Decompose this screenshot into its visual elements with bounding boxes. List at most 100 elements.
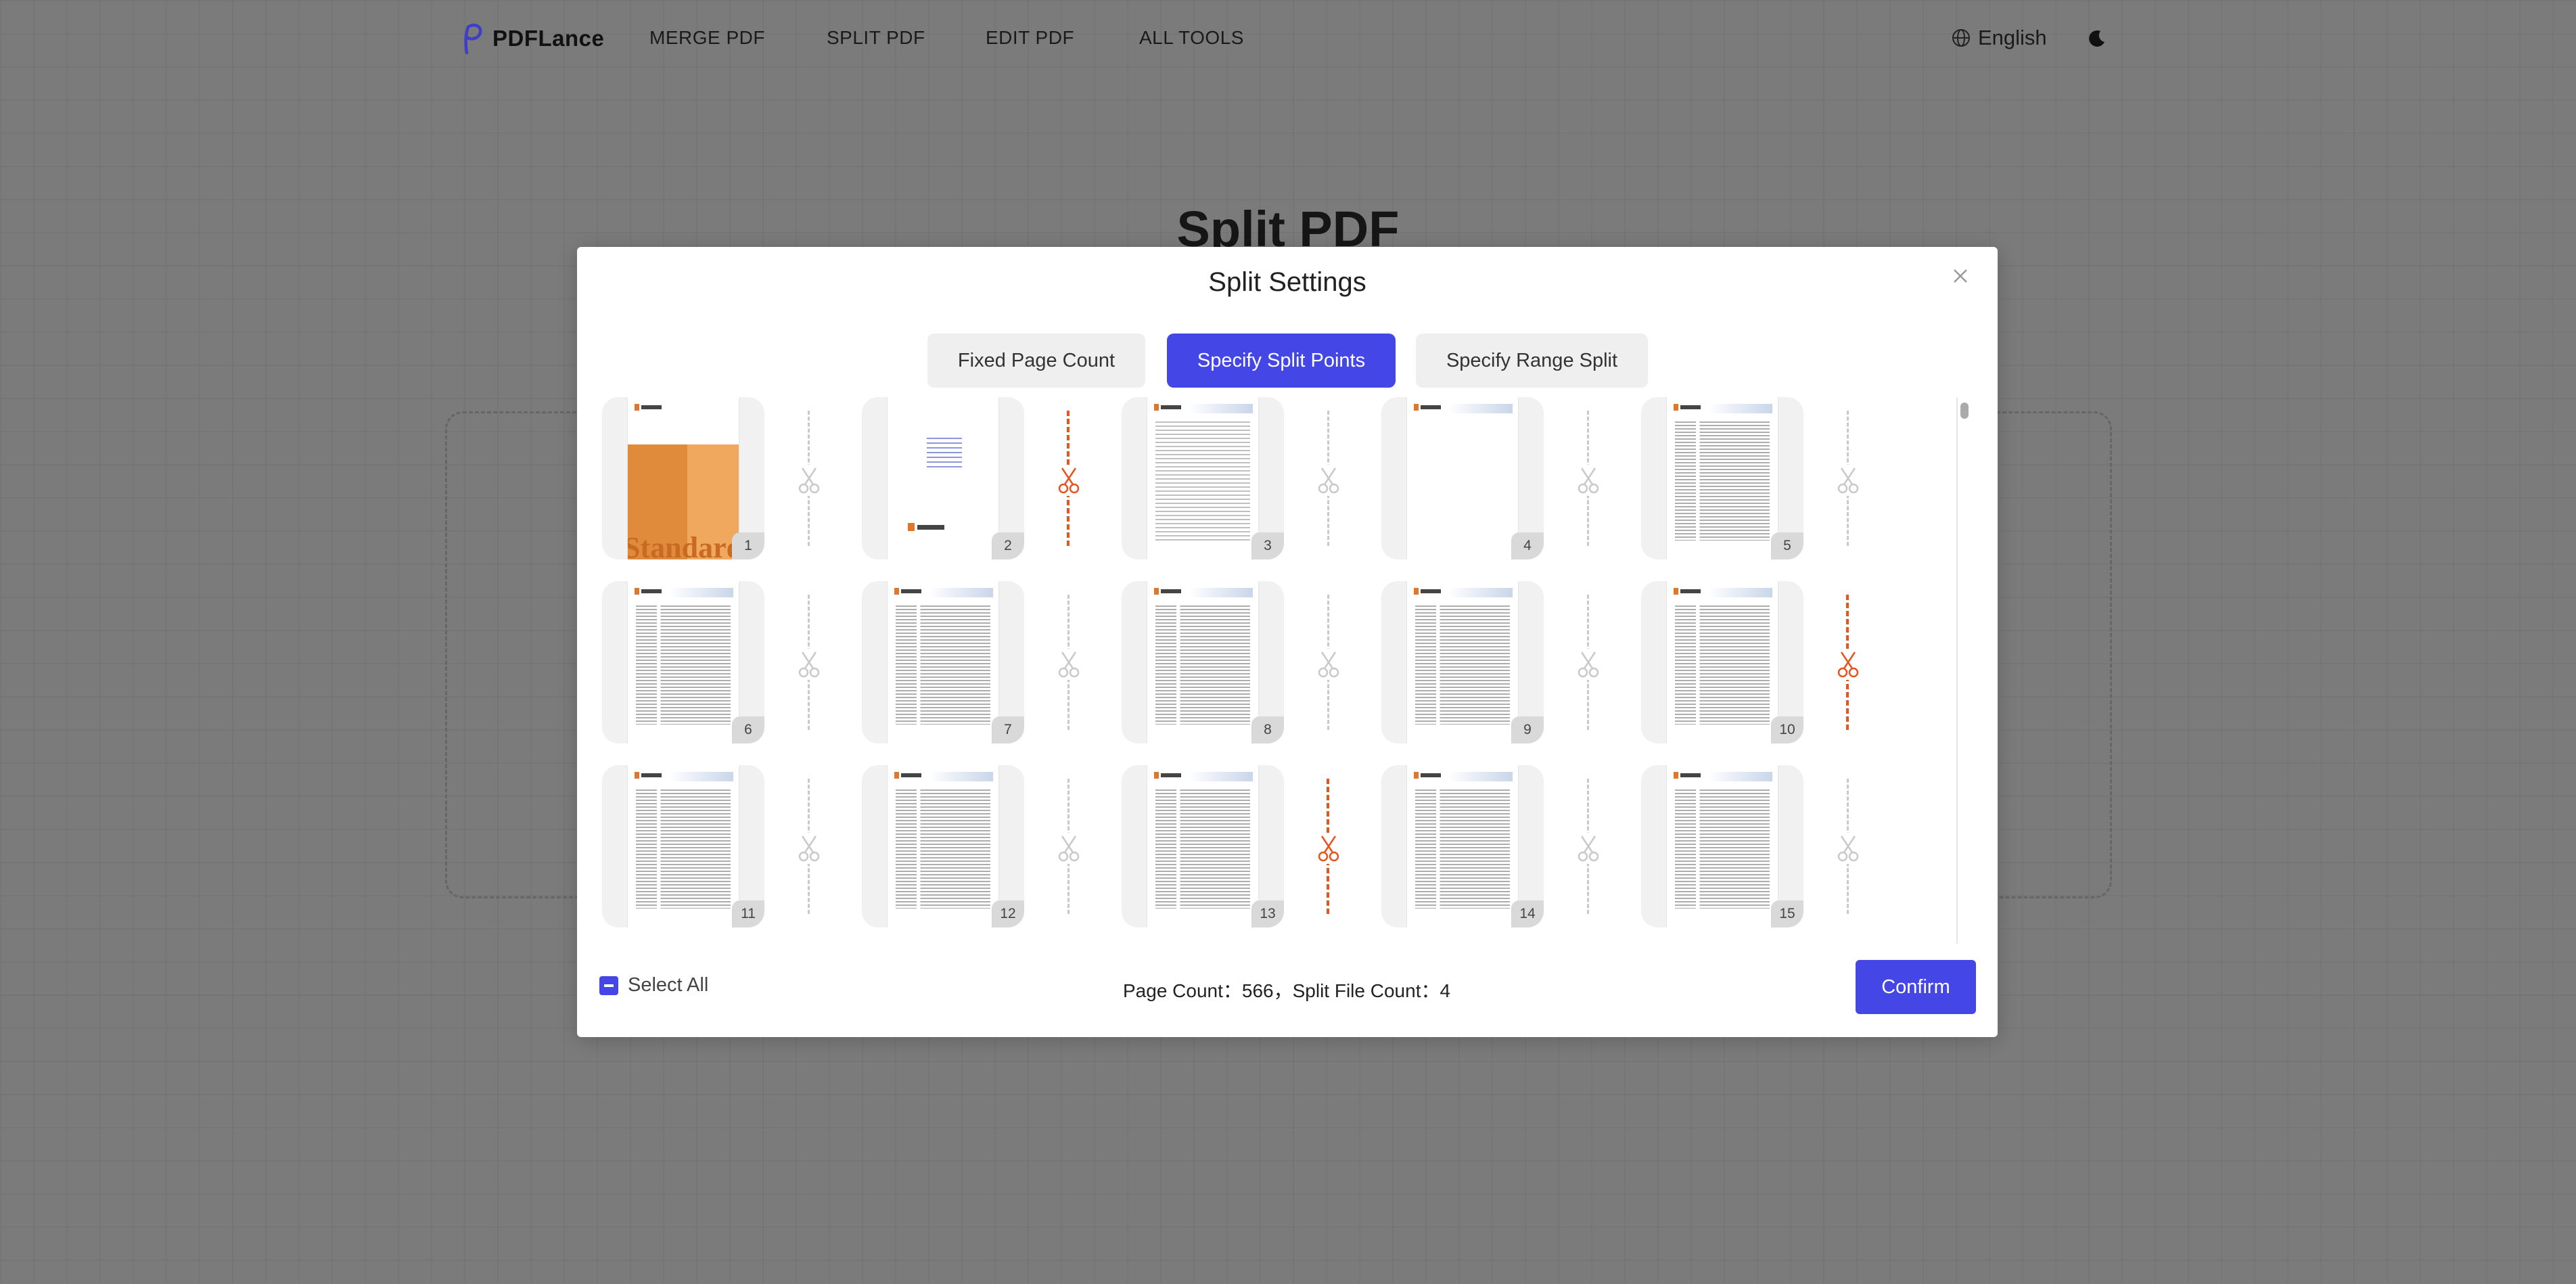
page-number-badge: 1 — [732, 532, 764, 559]
page-text-lines — [1155, 421, 1250, 541]
modal-title: Split Settings — [1208, 267, 1366, 297]
page-logo — [894, 772, 921, 779]
scissors-icon — [1318, 835, 1339, 862]
split-point-toggle[interactable] — [796, 765, 823, 927]
scissors-icon — [1578, 835, 1599, 862]
page-thumbnail[interactable]: 6 — [602, 581, 764, 743]
scissors-icon — [1318, 651, 1339, 678]
language-selector[interactable]: English — [1951, 26, 2047, 50]
page-and-split-count: Page Count：566，Split File Count：4 — [1123, 980, 1451, 1001]
split-point-toggle[interactable] — [1055, 765, 1082, 927]
split-point-toggle[interactable] — [796, 581, 823, 743]
page-thumbnail[interactable]: 14 — [1381, 765, 1544, 927]
page-text-block — [927, 438, 962, 469]
scissors-icon — [798, 651, 820, 678]
tab-specify-range-split[interactable]: Specify Range Split — [1416, 334, 1648, 388]
scissors-wrap — [796, 833, 823, 864]
page-logo — [1414, 588, 1441, 595]
nav-split-pdf[interactable]: SPLIT PDF — [827, 27, 925, 49]
scrollbar[interactable] — [1956, 397, 1970, 944]
select-all-checkbox[interactable] — [599, 976, 618, 995]
split-settings-modal: Split Settings Fixed Page Count Specify … — [577, 247, 1998, 1037]
page-text-lines — [1675, 789, 1770, 909]
split-point-toggle[interactable] — [1315, 765, 1342, 927]
scissors-icon — [1578, 467, 1599, 494]
logo[interactable]: PDFLance — [457, 22, 604, 55]
page-thumbnail[interactable]: 13 — [1122, 765, 1284, 927]
split-point-toggle[interactable] — [1835, 397, 1862, 559]
split-point-toggle[interactable] — [1055, 397, 1082, 559]
page-text-lines — [636, 789, 731, 909]
page-logo — [1154, 588, 1181, 595]
tab-fixed-page-count[interactable]: Fixed Page Count — [927, 334, 1145, 388]
split-point-toggle[interactable] — [1835, 581, 1862, 743]
scissors-wrap — [1835, 649, 1862, 680]
page-number-badge: 6 — [732, 716, 764, 743]
split-point-toggle[interactable] — [1575, 765, 1602, 927]
scissors-wrap — [1835, 465, 1862, 496]
page-thumbnail[interactable]: 15 — [1641, 765, 1803, 927]
page-preview — [627, 765, 739, 927]
split-point-toggle[interactable] — [1055, 581, 1082, 743]
page-preview — [1666, 765, 1778, 927]
page-number-badge: 9 — [1511, 716, 1544, 743]
moon-icon[interactable] — [2086, 27, 2109, 50]
page-logo — [894, 588, 921, 595]
page-thumbnail[interactable]: 5 — [1641, 397, 1803, 559]
scissors-icon — [1058, 835, 1080, 862]
split-point-toggle[interactable] — [1575, 397, 1602, 559]
page-text-lines — [1155, 605, 1250, 725]
nav-edit-pdf[interactable]: EDIT PDF — [986, 27, 1074, 49]
page-preview — [887, 581, 999, 743]
page-preview — [1666, 581, 1778, 743]
page-logo — [1414, 404, 1441, 411]
page-preview — [1406, 397, 1519, 559]
page-thumbnail[interactable]: 4 — [1381, 397, 1544, 559]
page-thumbnail[interactable]: 11 — [602, 765, 764, 927]
page-text-lines — [896, 789, 990, 909]
page-thumbnail[interactable]: Standard 1 — [602, 397, 764, 559]
close-icon[interactable] — [1950, 266, 1971, 286]
page-logo — [908, 523, 948, 531]
page-thumbnail[interactable]: 8 — [1122, 581, 1284, 743]
nav-all-tools[interactable]: ALL TOOLS — [1139, 27, 1244, 49]
scissors-wrap — [1055, 649, 1082, 680]
page-number-badge: 13 — [1251, 900, 1284, 927]
split-point-toggle[interactable] — [1315, 397, 1342, 559]
scissors-icon — [1837, 467, 1859, 494]
page-thumbnail[interactable]: 3 — [1122, 397, 1284, 559]
scissors-wrap — [1575, 833, 1602, 864]
page-thumbnail[interactable]: 10 — [1641, 581, 1803, 743]
page-text-lines — [896, 605, 990, 725]
page-preview — [1406, 581, 1519, 743]
split-point-toggle[interactable] — [1315, 581, 1342, 743]
page-thumbnail[interactable]: 9 — [1381, 581, 1544, 743]
page-text-lines — [636, 605, 731, 725]
scissors-wrap — [1315, 465, 1342, 496]
scissors-wrap — [1315, 649, 1342, 680]
page-logo — [1674, 772, 1701, 779]
nav-merge-pdf[interactable]: MERGE PDF — [649, 27, 765, 49]
site-header: PDFLance MERGE PDF SPLIT PDF EDIT PDF AL… — [0, 0, 2576, 78]
page-number-badge: 8 — [1251, 716, 1284, 743]
split-point-toggle[interactable] — [1575, 581, 1602, 743]
language-label: English — [1978, 26, 2047, 49]
select-all[interactable]: Select All — [599, 974, 708, 996]
tab-specify-split-points[interactable]: Specify Split Points — [1167, 334, 1396, 388]
split-mode-tabs: Fixed Page Count Specify Split Points Sp… — [577, 334, 1998, 388]
page-number-badge: 2 — [992, 532, 1024, 559]
page-thumbnail[interactable]: 7 — [862, 581, 1024, 743]
page-thumbnail[interactable]: 12 — [862, 765, 1024, 927]
scissors-wrap — [796, 465, 823, 496]
page-thumbnail[interactable]: 2 — [862, 397, 1024, 559]
logo-p-icon — [464, 24, 482, 55]
page-preview — [1147, 765, 1259, 927]
page-preview — [1406, 765, 1519, 927]
scissors-icon — [1578, 651, 1599, 678]
confirm-button[interactable]: Confirm — [1856, 960, 1976, 1014]
split-point-toggle[interactable] — [796, 397, 823, 559]
scroll-thumb[interactable] — [1960, 403, 1969, 419]
page-number-badge: 15 — [1771, 900, 1803, 927]
split-point-toggle[interactable] — [1835, 765, 1862, 927]
page-text-lines — [1415, 789, 1510, 909]
